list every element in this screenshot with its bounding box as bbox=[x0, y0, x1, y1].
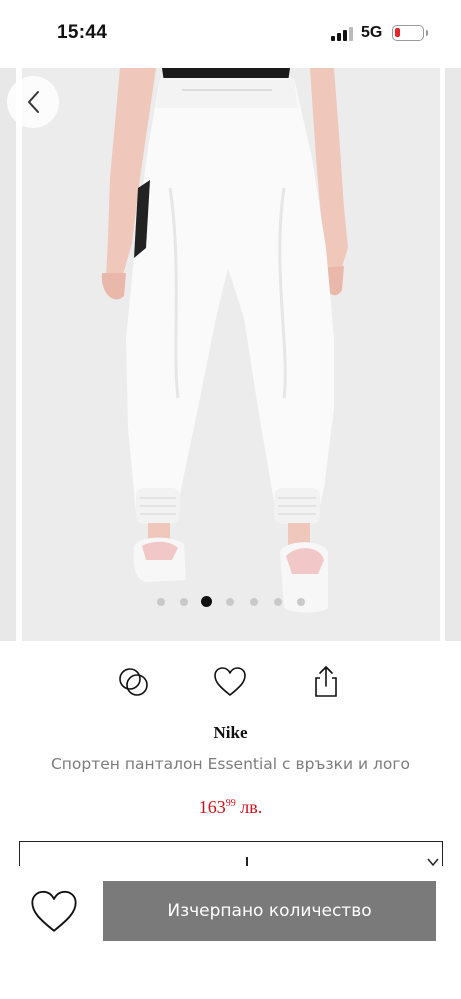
status-bar: 15:44 5G bbox=[0, 0, 461, 68]
heart-icon[interactable] bbox=[212, 664, 248, 700]
sold-out-button[interactable]: Изчерпано количество bbox=[103, 881, 436, 941]
product-actions bbox=[0, 660, 461, 704]
pagination-dot-active[interactable] bbox=[201, 596, 212, 607]
product-photo-illustration bbox=[22, 68, 440, 641]
product-photo[interactable] bbox=[22, 68, 440, 641]
compare-circles-icon[interactable] bbox=[116, 664, 152, 700]
gallery-pagination bbox=[0, 595, 461, 609]
network-label: 5G bbox=[361, 24, 383, 41]
price-currency: лв. bbox=[235, 797, 263, 817]
product-price: 16399 лв. bbox=[0, 797, 461, 818]
pagination-dot[interactable] bbox=[274, 598, 282, 606]
status-time: 15:44 bbox=[57, 22, 108, 43]
bottom-bar: Изчерпано количество bbox=[0, 866, 461, 999]
product-gallery[interactable] bbox=[0, 68, 461, 641]
add-to-wishlist-heart-icon[interactable] bbox=[28, 886, 80, 938]
pagination-dot[interactable] bbox=[180, 598, 188, 606]
chevron-left-icon bbox=[28, 91, 39, 113]
back-button[interactable] bbox=[7, 76, 59, 128]
pagination-dot[interactable] bbox=[157, 598, 165, 606]
product-name: Спортен панталон Essential с връзки и ло… bbox=[50, 755, 411, 773]
pagination-dot[interactable] bbox=[226, 598, 234, 606]
pagination-dot[interactable] bbox=[297, 598, 305, 606]
pagination-dot[interactable] bbox=[250, 598, 258, 606]
previous-photo-peek bbox=[0, 68, 16, 641]
price-cents: 99 bbox=[225, 798, 236, 809]
battery-icon bbox=[392, 25, 424, 41]
next-photo-peek bbox=[445, 68, 461, 641]
price-main: 163 bbox=[198, 797, 226, 817]
product-brand[interactable]: Nike bbox=[0, 723, 461, 743]
signal-icon bbox=[331, 27, 353, 41]
share-icon[interactable] bbox=[308, 664, 344, 700]
